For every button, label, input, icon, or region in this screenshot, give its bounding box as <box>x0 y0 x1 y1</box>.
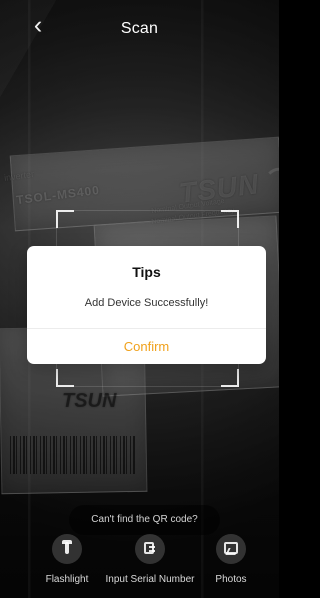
dialog-title: Tips <box>132 264 161 280</box>
top-bar: ‹ Scan <box>0 0 279 58</box>
input-serial-number-label: Input Serial Number <box>105 574 195 585</box>
bottom-toolbar: Flashlight Input Serial Number Photos <box>0 532 279 598</box>
scan-frame-corner-bottom-left <box>56 369 74 387</box>
photos-button[interactable]: Photos <box>186 534 276 586</box>
input-serial-number-button[interactable]: Input Serial Number <box>102 534 198 586</box>
scan-frame-corner-bottom-right <box>221 369 239 387</box>
tips-dialog: Tips Add Device Successfully! Confirm <box>27 246 266 364</box>
flashlight-button[interactable]: Flashlight <box>20 534 114 586</box>
scan-frame-corner-top-left <box>56 210 74 228</box>
page-title: Scan <box>120 20 159 37</box>
flashlight-label: Flashlight <box>45 574 89 585</box>
dialog-message: Add Device Successfully! <box>84 297 209 309</box>
scan-frame-corner-top-right <box>221 210 239 228</box>
photos-label: Photos <box>215 574 247 585</box>
photos-icon <box>216 534 246 564</box>
flashlight-icon <box>52 534 82 564</box>
confirm-button[interactable]: Confirm <box>27 329 266 364</box>
scan-screen: inverter TSOL-MS400 TSUN Nominal Output … <box>0 0 279 598</box>
serial-number-icon <box>135 534 165 564</box>
cant-find-qr-button[interactable]: Can't find the QR code? <box>69 505 220 535</box>
